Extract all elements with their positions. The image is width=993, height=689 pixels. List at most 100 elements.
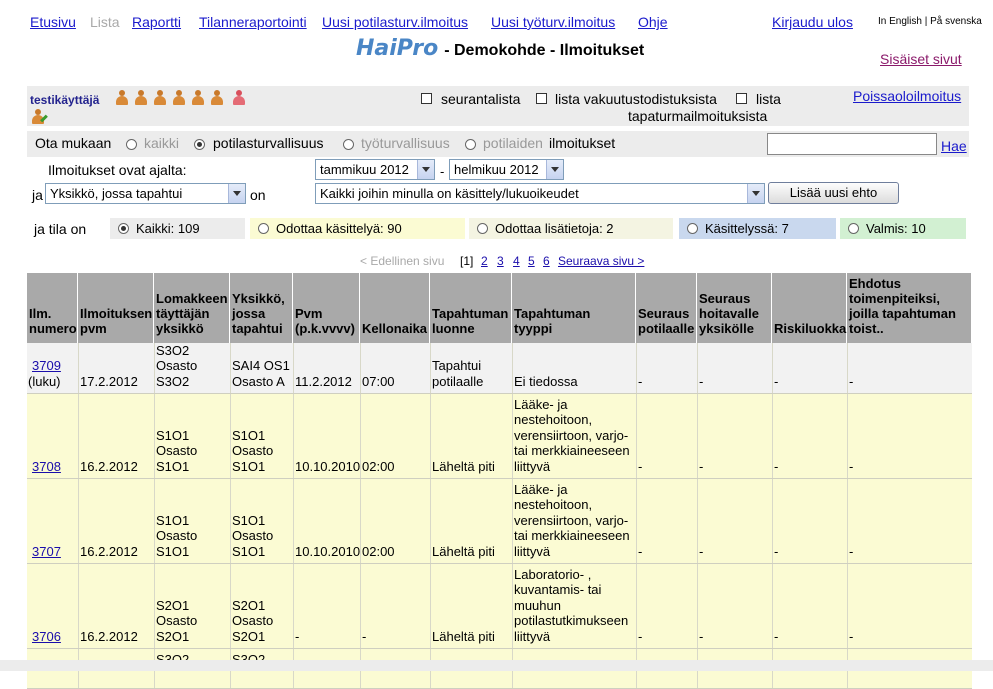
event-unit-cell: S1O1 Osasto S1O1 <box>232 427 274 474</box>
report-link[interactable]: 3707 <box>32 544 61 559</box>
filler-unit-cell: S2O1 Osasto S2O1 <box>156 597 198 644</box>
status-info[interactable]: Odottaa lisätietoja: 2 <box>469 218 673 239</box>
column-header: Seuraus hoitavalle yksikölle <box>697 273 772 343</box>
tapaturma-checkbox[interactable] <box>736 93 747 104</box>
chevron-down-icon <box>546 160 563 179</box>
period-label: Ilmoitukset ovat ajalta: <box>48 162 187 178</box>
column-header: Tapahtuman luonne <box>430 273 512 343</box>
status-processing[interactable]: Käsittelyssä: 7 <box>679 218 836 239</box>
unit-effect-cell: - <box>699 543 704 559</box>
event-type-cell: Ei tiedossa <box>514 373 578 389</box>
filler-unit-cell: S1O1 Osasto S1O1 <box>156 512 198 559</box>
search-button[interactable]: Hae <box>941 138 967 154</box>
nav-lista: Lista <box>90 14 120 30</box>
haipro-logo: HaiPro <box>356 36 439 61</box>
is-label: on <box>250 187 266 203</box>
event-date-cell: - <box>295 628 300 644</box>
status-waiting[interactable]: Odottaa käsittelyä: 90 <box>250 218 465 239</box>
risk-class-cell: - <box>774 373 779 389</box>
include-all-radio[interactable] <box>126 139 137 150</box>
event-date-cell: 10.10.2010 <box>295 458 361 474</box>
tapaturma-label-line2: tapaturmailmoituksista <box>628 108 768 124</box>
user-icon <box>115 90 129 106</box>
lang-swedish-link[interactable]: På svenska <box>930 16 982 27</box>
column-header: Seuraus potilaalle <box>636 273 697 343</box>
filler-unit-cell: S3O2 Osasto S3O2 <box>156 342 198 389</box>
status-info-radio[interactable] <box>477 223 488 234</box>
next-page-link[interactable]: Seuraava sivu > <box>558 254 644 268</box>
unit-effect-cell: - <box>699 458 704 474</box>
unit-effect-cell: - <box>699 373 704 389</box>
report-link[interactable]: 3706 <box>32 629 61 644</box>
status-all[interactable]: Kaikki: 109 <box>110 218 245 239</box>
patient-effect-cell: - <box>638 373 643 389</box>
lang-english-link[interactable]: In English <box>878 16 922 27</box>
language-switch: In English | På svenska <box>878 16 982 27</box>
horizontal-scrollbar[interactable] <box>0 660 993 671</box>
user-icon <box>172 90 186 106</box>
nav-tilanneraportointi[interactable]: Tilanneraportointi <box>199 14 307 30</box>
status-processing-radio[interactable] <box>687 223 698 234</box>
event-time-cell: 02:00 <box>362 458 395 474</box>
report-link[interactable]: 3708 <box>32 459 61 474</box>
chevron-down-icon <box>747 184 764 203</box>
page-link[interactable]: 4 <box>513 254 520 268</box>
unit-effect-cell: - <box>699 628 704 644</box>
vakuutustodistus-label: lista vakuutustodistuksista <box>555 91 717 107</box>
seurantalista-checkbox[interactable] <box>421 93 432 104</box>
period-to-select[interactable]: helmikuu 2012 <box>449 159 564 180</box>
column-header: Ilmoituksen pvm <box>78 273 154 343</box>
include-patient-radio[interactable] <box>194 139 205 150</box>
column-header: Yksikkö, jossa tapahtui <box>230 273 293 343</box>
table-row: 3706 16.2.2012 S2O1 Osasto S2O1 S2O1 Osasto S2O… <box>27 564 972 649</box>
logout-link[interactable]: Kirjaudu ulos <box>772 14 853 30</box>
report-date-cell: 16.2.2012 <box>80 458 138 474</box>
add-condition-button[interactable]: Lisää uusi ehto <box>768 182 899 204</box>
event-unit-cell: SAI4 OS1 Osasto A <box>232 358 290 389</box>
username: testikäyttäjä <box>30 93 100 107</box>
absence-link[interactable]: Poissaoloilmoitus <box>853 88 961 104</box>
include-patients-label: potilaiden <box>483 135 543 151</box>
search-input[interactable] <box>767 133 937 155</box>
event-unit-cell: S1O1 Osasto S1O1 <box>232 512 274 559</box>
user-icon <box>210 90 224 106</box>
include-all-label: kaikki <box>144 135 180 151</box>
status-waiting-radio[interactable] <box>258 223 269 234</box>
patient-effect-cell: - <box>638 543 643 559</box>
nav-raportti[interactable]: Raportti <box>132 14 181 30</box>
page-link[interactable]: 5 <box>528 254 535 268</box>
page-link[interactable]: 3 <box>497 254 504 268</box>
page-link[interactable]: 6 <box>543 254 550 268</box>
internal-pages-link[interactable]: Sisäiset sivut <box>880 51 962 67</box>
vakuutustodistus-checkbox[interactable] <box>536 93 547 104</box>
nav-uusi-tyoturv[interactable]: Uusi työturv.ilmoitus <box>491 14 615 30</box>
nav-ohje[interactable]: Ohje <box>638 14 668 30</box>
report-number-cell: 3709 (luku) <box>28 358 61 389</box>
status-done-radio[interactable] <box>848 223 859 234</box>
seurantalista-label: seurantalista <box>441 91 521 107</box>
and-label: ja <box>32 187 43 203</box>
period-dash: - <box>440 164 445 179</box>
event-nature-cell: Läheltä piti <box>432 458 495 474</box>
event-type-cell: Lääke- ja nestehoitoon, verensiirtoon, var… <box>514 481 630 559</box>
status-done[interactable]: Valmis: 10 <box>840 218 966 239</box>
page-link[interactable]: 2 <box>481 254 488 268</box>
table-row: 3707 16.2.2012 S1O1 Osasto S1O1 S1O1 Osasto S1O… <box>27 479 972 564</box>
column-header: Ilm. numero <box>27 273 78 343</box>
nav-uusi-potilasturv[interactable]: Uusi potilasturv.ilmoitus <box>322 14 468 30</box>
status-all-radio[interactable] <box>118 223 129 234</box>
field-select[interactable]: Yksikkö, jossa tapahtui <box>45 183 246 204</box>
patient-effect-cell: - <box>638 628 643 644</box>
period-from-select[interactable]: tammikuu 2012 <box>315 159 435 180</box>
user-icon <box>153 90 167 106</box>
user-red-icon <box>232 90 246 106</box>
value-select[interactable]: Kaikki joihin minulla on käsittely/lukuo… <box>315 183 765 204</box>
user-icon <box>134 90 148 106</box>
column-header: Ehdotus toimenpiteiksi, joilla tapahtuman t… <box>847 273 972 343</box>
nav-etusivu[interactable]: Etusivu <box>30 14 76 30</box>
report-link[interactable]: 3709 <box>32 358 61 373</box>
report-number-cell: 3707 <box>32 544 61 560</box>
include-work-radio[interactable] <box>343 139 354 150</box>
event-nature-cell: Tapahtui potilaalle <box>432 358 484 389</box>
include-patients-radio[interactable] <box>465 139 476 150</box>
